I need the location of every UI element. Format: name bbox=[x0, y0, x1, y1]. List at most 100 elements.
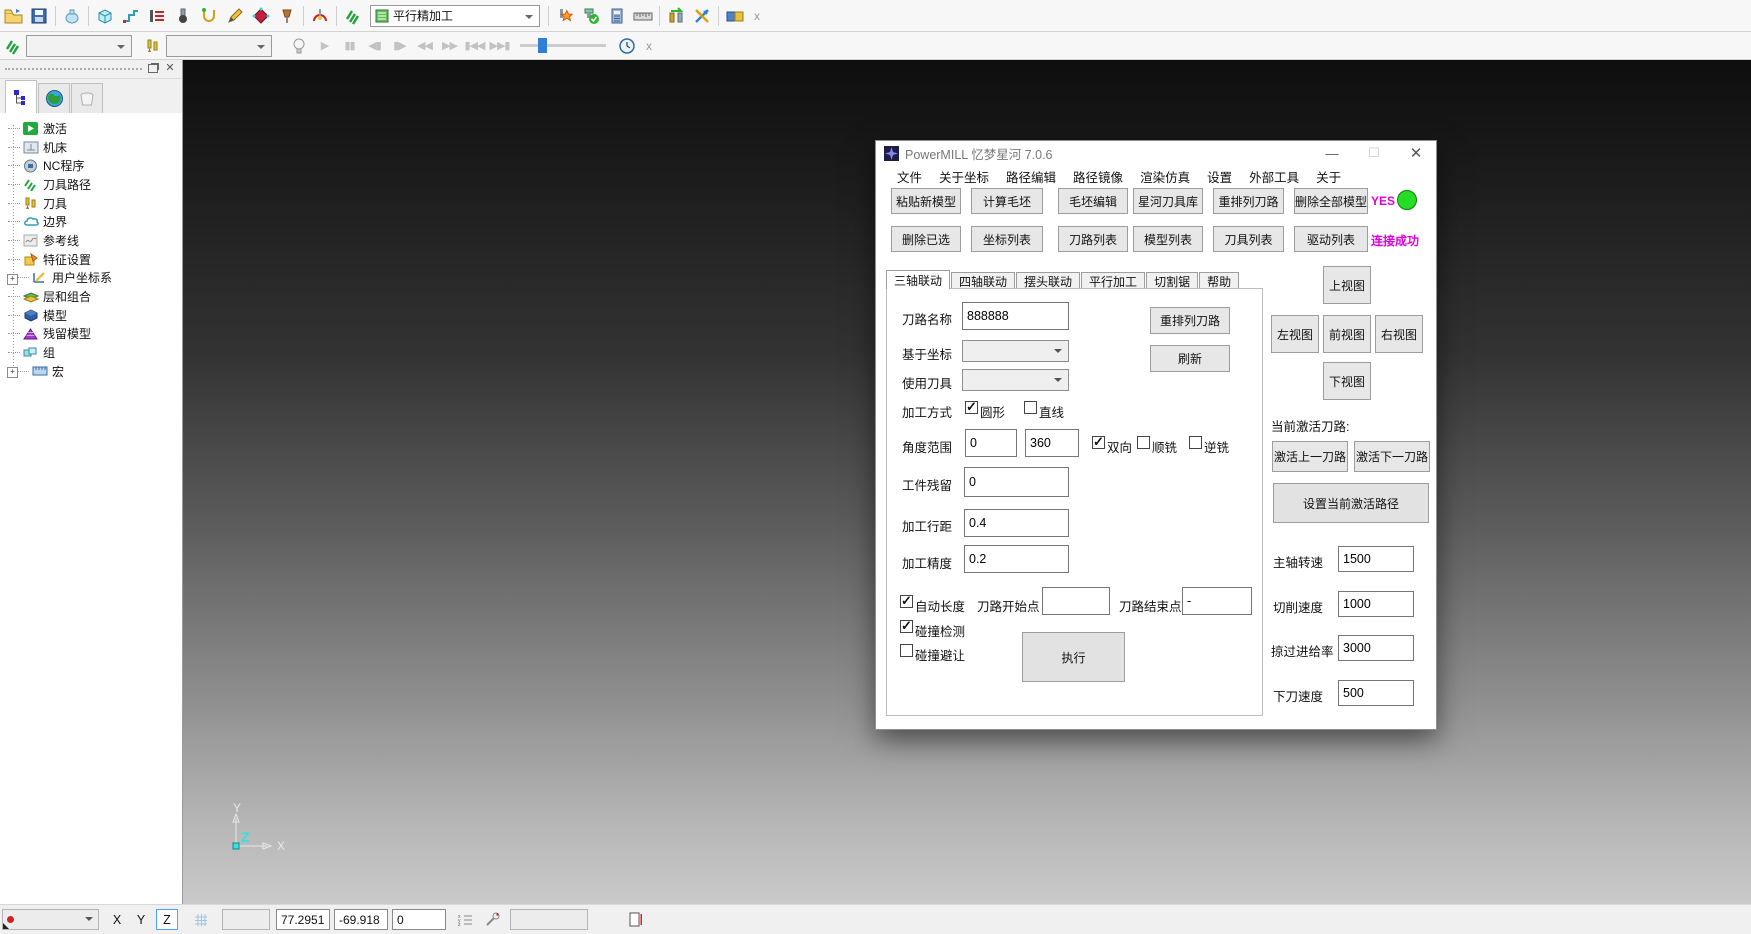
tab-4axis[interactable]: 四轴联动 bbox=[951, 272, 1015, 289]
menu-about[interactable]: 关于 bbox=[1316, 167, 1341, 187]
step-back-button[interactable]: ◀▮ bbox=[362, 39, 387, 52]
execute-button[interactable]: 执行 bbox=[1022, 632, 1125, 682]
tab-3axis[interactable]: 三轴联动 bbox=[886, 270, 950, 289]
minimize-button[interactable]: — bbox=[1316, 141, 1348, 165]
toolpath-selector[interactable] bbox=[26, 35, 132, 57]
delete-selected-button[interactable]: 删除已选 bbox=[891, 226, 961, 252]
sidebar-item-tools[interactable]: 刀具 bbox=[0, 194, 182, 213]
activate-prev-toolpath-button[interactable]: 激活上一刀路 bbox=[1272, 441, 1348, 472]
auto-length-checkbox[interactable] bbox=[900, 595, 913, 608]
verify-tool-icon[interactable] bbox=[578, 4, 604, 28]
fast-forward-button[interactable]: ▶▶ bbox=[437, 39, 462, 52]
simulate-toolpath-icon[interactable] bbox=[307, 4, 333, 28]
toolpath-name-input[interactable] bbox=[962, 302, 1069, 330]
menu-coordinates[interactable]: 关于坐标 bbox=[939, 167, 989, 187]
panel-rearrange-button[interactable]: 重排列刀路 bbox=[1150, 307, 1230, 334]
tool-selector[interactable] bbox=[166, 35, 272, 57]
open-icon[interactable] bbox=[0, 4, 26, 28]
axis-z-button[interactable]: Z bbox=[156, 909, 178, 930]
skim-feed-input[interactable] bbox=[1338, 635, 1414, 661]
menu-path-mirror[interactable]: 路径镜像 bbox=[1073, 167, 1123, 187]
coordinate-list-toggle[interactable]: xyz bbox=[454, 909, 478, 930]
model-list-button[interactable]: 模型列表 bbox=[1133, 226, 1203, 252]
clock-icon[interactable] bbox=[614, 34, 640, 58]
calculator-icon[interactable] bbox=[604, 4, 630, 28]
float-panel-icon[interactable] bbox=[146, 62, 160, 75]
play-button[interactable]: ▶ bbox=[312, 39, 337, 52]
rearrange-toolpaths-button[interactable]: 重排列刀路 bbox=[1213, 188, 1284, 214]
rewind-button[interactable]: ◀◀ bbox=[412, 39, 437, 52]
menu-path-edit[interactable]: 路径编辑 bbox=[1006, 167, 1056, 187]
active-toolpath-icon[interactable] bbox=[340, 4, 366, 28]
view-right-button[interactable]: 右视图 bbox=[1375, 315, 1423, 353]
step-forward-button[interactable]: ▮▶ bbox=[387, 39, 412, 52]
collision-check-checkbox[interactable] bbox=[900, 620, 913, 633]
measure-icon[interactable] bbox=[630, 4, 656, 28]
spindle-speed-input[interactable] bbox=[1338, 546, 1414, 572]
menu-settings[interactable]: 设置 bbox=[1207, 167, 1232, 187]
leads-and-links-icon[interactable] bbox=[196, 4, 222, 28]
tab-swivel-head[interactable]: 摆头联动 bbox=[1016, 272, 1080, 289]
use-tool-select[interactable] bbox=[962, 369, 1069, 391]
toolbar-dock-combobox[interactable] bbox=[2, 909, 99, 930]
tool-library-button[interactable]: 星河刀具库 bbox=[1133, 188, 1203, 214]
sidebar-item-groups[interactable]: 组 bbox=[0, 343, 182, 362]
menu-file[interactable]: 文件 bbox=[897, 167, 922, 187]
point-distribution-icon[interactable] bbox=[248, 4, 274, 28]
expand-toggle[interactable]: + bbox=[7, 367, 18, 378]
menu-render-sim[interactable]: 渲染仿真 bbox=[1140, 167, 1190, 187]
expand-toggle[interactable]: + bbox=[7, 274, 18, 285]
grid-toggle-button[interactable] bbox=[188, 909, 214, 930]
sidebar-item-boundaries[interactable]: 边界 bbox=[0, 212, 182, 231]
tab-parallel[interactable]: 平行加工 bbox=[1081, 272, 1145, 289]
maximize-button[interactable]: ☐ bbox=[1358, 141, 1390, 165]
set-active-path-button[interactable]: 设置当前激活路径 bbox=[1273, 483, 1429, 523]
simulation-speed-slider[interactable] bbox=[520, 44, 606, 47]
tool-holder-icon[interactable] bbox=[274, 4, 300, 28]
tool-list-button[interactable]: 刀具列表 bbox=[1213, 226, 1284, 252]
sidebar-item-workplanes[interactable]: + 用户坐标系 bbox=[0, 269, 182, 288]
save-icon[interactable] bbox=[26, 4, 52, 28]
bidirectional-checkbox[interactable] bbox=[1092, 436, 1105, 449]
light-bulb-icon[interactable] bbox=[286, 34, 312, 58]
snap-value-field[interactable] bbox=[222, 909, 270, 930]
slider-handle[interactable] bbox=[538, 38, 547, 53]
tab-help[interactable]: 帮助 bbox=[1199, 272, 1239, 289]
base-coordinate-select[interactable] bbox=[962, 340, 1069, 362]
toolpath-list-button[interactable]: 刀路列表 bbox=[1058, 226, 1128, 252]
clipboard-toggle-button[interactable] bbox=[624, 909, 648, 930]
tolerance-input[interactable] bbox=[964, 545, 1069, 573]
plunge-feed-input[interactable] bbox=[1338, 680, 1414, 706]
compute-stock-button[interactable]: 计算毛坯 bbox=[971, 188, 1043, 214]
dialog-title-bar[interactable]: PowerMILL 忆梦星河 7.0.6 bbox=[876, 141, 1436, 165]
go-to-end-button[interactable]: ▶▶▮ bbox=[487, 39, 512, 52]
view-left-button[interactable]: 左视图 bbox=[1271, 315, 1319, 353]
rapid-moves-icon[interactable] bbox=[118, 4, 144, 28]
close-button[interactable]: ✕ bbox=[1400, 141, 1432, 165]
menu-external-tools[interactable]: 外部工具 bbox=[1249, 167, 1299, 187]
pause-button[interactable]: ▮▮ bbox=[337, 39, 362, 52]
block-icon[interactable] bbox=[92, 4, 118, 28]
coordinate-y-field[interactable]: -69.918 bbox=[334, 909, 388, 930]
sidebar-item-toolpaths[interactable]: 刀具路径 bbox=[0, 175, 182, 194]
collision-check-icon[interactable] bbox=[552, 4, 578, 28]
go-to-start-button[interactable]: ▮◀◀ bbox=[462, 39, 487, 52]
sidebar-item-models[interactable]: 模型 bbox=[0, 306, 182, 325]
tool-change-icon[interactable] bbox=[663, 4, 689, 28]
cutting-feed-input[interactable] bbox=[1338, 591, 1414, 617]
sidebar-item-patterns[interactable]: 参考线 bbox=[0, 231, 182, 250]
tab-saw[interactable]: 切割锯 bbox=[1146, 272, 1198, 289]
delete-all-models-button[interactable]: 删除全部模型 bbox=[1294, 188, 1368, 214]
stepover-input[interactable] bbox=[964, 509, 1069, 537]
circle-checkbox[interactable] bbox=[965, 401, 978, 414]
refresh-button[interactable]: 刷新 bbox=[1150, 345, 1230, 372]
edit-toolpath-icon[interactable] bbox=[222, 4, 248, 28]
axis-x-button[interactable]: X bbox=[106, 909, 128, 930]
angle-from-input[interactable] bbox=[965, 429, 1017, 457]
view-top-button[interactable]: 上视图 bbox=[1323, 266, 1371, 304]
sidebar-item-macros[interactable]: + 宏 bbox=[0, 362, 182, 381]
path-end-input[interactable] bbox=[1182, 587, 1252, 615]
angle-to-input[interactable] bbox=[1025, 429, 1079, 457]
dock-grip[interactable] bbox=[5, 68, 142, 70]
drive-list-button[interactable]: 驱动列表 bbox=[1294, 226, 1368, 252]
